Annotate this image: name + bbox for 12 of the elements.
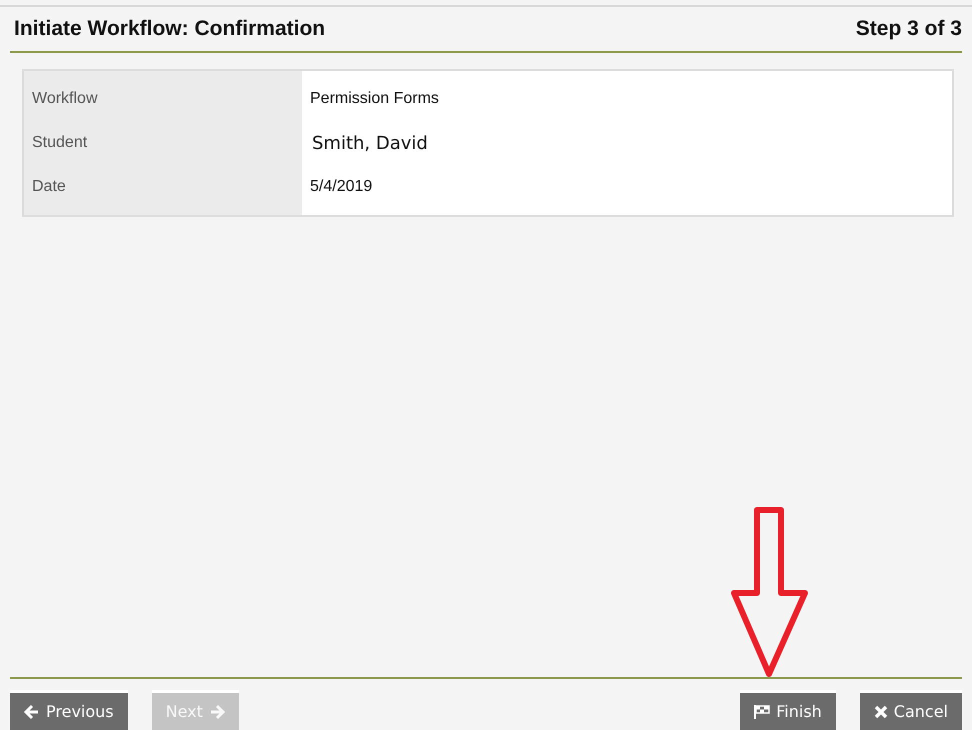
- finish-button[interactable]: Finish: [740, 690, 836, 730]
- right-arrow-icon: [208, 704, 225, 720]
- left-arrow-icon: [24, 704, 40, 720]
- flag-icon: [754, 704, 770, 718]
- step-indicator: Step 3 of 3: [856, 17, 962, 41]
- cancel-button[interactable]: Cancel: [860, 690, 962, 730]
- page-title: Initiate Workflow: Confirmation: [14, 17, 326, 41]
- field-label: Student: [31, 133, 88, 153]
- previous-button[interactable]: Previous: [10, 690, 128, 730]
- close-icon: [874, 704, 888, 718]
- field-label: Workflow: [31, 89, 98, 109]
- field-label: Date: [31, 177, 67, 197]
